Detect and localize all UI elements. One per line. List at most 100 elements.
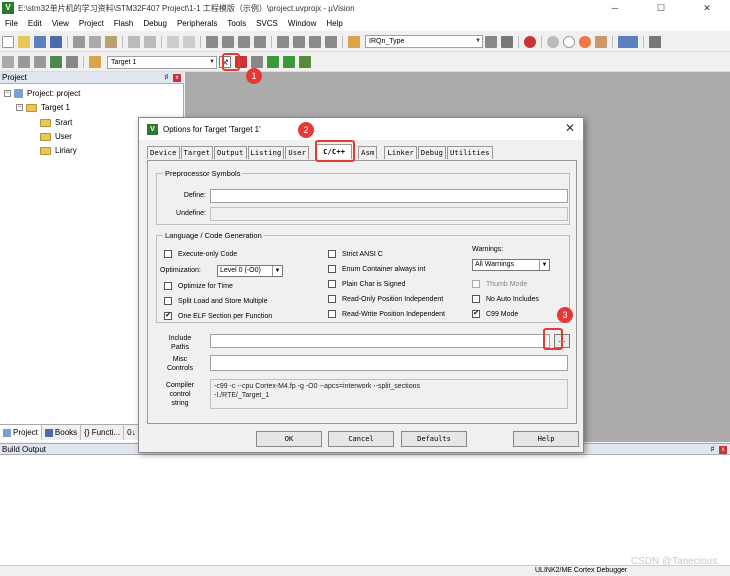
warnings-select[interactable]: All Warnings ▼ <box>472 259 550 271</box>
breakpoint-icon[interactable] <box>547 35 559 48</box>
bookmark-prev-icon[interactable] <box>222 35 234 48</box>
new-file-icon[interactable] <box>2 35 14 48</box>
debug-session-icon[interactable] <box>524 35 536 48</box>
ro-pi-checkbox[interactable]: Read-Only Position Independent <box>328 295 443 303</box>
checkbox-box[interactable] <box>164 282 172 290</box>
batch-build-icon[interactable] <box>50 56 62 68</box>
find-icon[interactable] <box>485 35 497 48</box>
no-auto-includes-checkbox[interactable]: No Auto Includes <box>472 295 539 303</box>
menu-window[interactable]: Window <box>283 19 321 28</box>
checkbox-box[interactable] <box>164 250 172 258</box>
window-layout-icon[interactable] <box>618 35 638 48</box>
copy-icon[interactable] <box>89 35 101 48</box>
find-in-files-icon[interactable] <box>348 35 360 48</box>
help-button[interactable]: Help <box>513 431 579 447</box>
check-icon[interactable]: ✔ <box>164 312 172 320</box>
nav-forward-icon[interactable] <box>183 35 195 48</box>
pane-close-icon[interactable]: x <box>173 74 181 82</box>
menu-view[interactable]: View <box>47 19 74 28</box>
open-file-icon[interactable] <box>18 35 30 48</box>
tab-utilities[interactable]: Utilities <box>446 146 493 159</box>
tab-target[interactable]: Target <box>180 146 213 159</box>
tree-item-project[interactable]: − Project: project <box>4 89 80 98</box>
rw-pi-checkbox[interactable]: Read-Write Position Independent <box>328 310 445 318</box>
tab-device[interactable]: Device <box>147 146 180 159</box>
tab-project[interactable]: Project <box>0 425 42 440</box>
check-icon[interactable]: ✔ <box>472 310 480 318</box>
checkbox-box[interactable] <box>328 295 336 303</box>
rebuild-icon[interactable] <box>34 56 46 68</box>
enum-int-checkbox[interactable]: Enum Container always int <box>328 265 425 273</box>
comment-icon[interactable] <box>309 35 321 48</box>
menu-tools[interactable]: Tools <box>222 19 251 28</box>
defaults-button[interactable]: Defaults <box>401 431 467 447</box>
pack-installer-icon[interactable] <box>283 56 295 68</box>
split-load-checkbox[interactable]: Split Load and Store Multiple <box>164 297 268 305</box>
c99-mode-checkbox[interactable]: ✔ C99 Mode <box>472 310 518 318</box>
plain-char-checkbox[interactable]: Plain Char is Signed <box>328 280 405 288</box>
breakpoint-kill-icon[interactable] <box>595 35 607 48</box>
tab-debug[interactable]: Debug <box>417 146 446 159</box>
tab-books[interactable]: Books <box>42 425 82 440</box>
breakpoint-clear-icon[interactable] <box>579 35 591 48</box>
close-button[interactable]: ✕ <box>684 0 730 16</box>
build-output-panel[interactable] <box>0 455 730 565</box>
breakpoint-disable-icon[interactable] <box>563 35 575 48</box>
save-icon[interactable] <box>34 35 46 48</box>
undo-icon[interactable] <box>128 35 140 48</box>
save-all-icon[interactable] <box>50 35 62 48</box>
pane-close-icon[interactable]: x <box>719 446 727 454</box>
tab-functions[interactable]: {} Functi... <box>81 425 125 440</box>
cancel-button[interactable]: Cancel <box>328 431 394 447</box>
checkbox-box[interactable] <box>472 295 480 303</box>
incremental-find-icon[interactable] <box>501 35 513 48</box>
tree-item-group[interactable]: User <box>40 132 72 141</box>
tab-asm[interactable]: Asm <box>358 146 378 159</box>
misc-controls-input[interactable] <box>210 355 568 371</box>
find-combo[interactable]: IRQn_Type ▼ <box>365 35 483 48</box>
collapse-icon[interactable]: − <box>16 104 23 111</box>
tree-item-group[interactable]: Liriary <box>40 146 77 155</box>
dialog-close-button[interactable]: ✕ <box>565 122 575 134</box>
bookmark-clear-icon[interactable] <box>254 35 266 48</box>
pin-icon[interactable]: ♯ <box>165 72 169 84</box>
collapse-icon[interactable]: − <box>4 90 11 97</box>
minimize-button[interactable]: ─ <box>592 0 638 16</box>
execute-only-checkbox[interactable]: Execute-only Code <box>164 250 237 258</box>
uncomment-icon[interactable] <box>325 35 337 48</box>
tree-item-target[interactable]: − Target 1 <box>16 103 70 112</box>
download-icon[interactable] <box>66 56 78 68</box>
select-target-icon[interactable] <box>89 56 101 68</box>
unindent-icon[interactable] <box>293 35 305 48</box>
tab-linker[interactable]: Linker <box>384 146 417 159</box>
pin-icon[interactable]: ♯ <box>711 444 715 455</box>
menu-project[interactable]: Project <box>74 19 109 28</box>
menu-svcs[interactable]: SVCS <box>251 19 283 28</box>
manage-packs-icon[interactable] <box>267 56 279 68</box>
maximize-button[interactable]: ☐ <box>638 0 684 16</box>
checkbox-box[interactable] <box>328 310 336 318</box>
optimization-select[interactable]: Level 0 (-O0) ▼ <box>217 265 283 277</box>
build-icon[interactable] <box>18 56 30 68</box>
bookmark-icon[interactable] <box>206 35 218 48</box>
paste-icon[interactable] <box>105 35 117 48</box>
checkbox-box[interactable] <box>328 250 336 258</box>
menu-flash[interactable]: Flash <box>109 19 139 28</box>
menu-help[interactable]: Help <box>321 19 347 28</box>
tab-listing[interactable]: Listing <box>247 146 285 159</box>
file-extensions-icon[interactable] <box>251 56 263 68</box>
ok-button[interactable]: OK <box>256 431 322 447</box>
menu-peripherals[interactable]: Peripherals <box>172 19 222 28</box>
checkbox-box[interactable] <box>328 280 336 288</box>
rte-icon[interactable] <box>299 56 311 68</box>
tree-item-group[interactable]: Srart <box>40 118 72 127</box>
menu-edit[interactable]: Edit <box>23 19 47 28</box>
menu-debug[interactable]: Debug <box>138 19 172 28</box>
menu-file[interactable]: File <box>0 19 23 28</box>
tab-output[interactable]: Output <box>214 146 247 159</box>
tab-user[interactable]: User <box>285 146 310 159</box>
target-combo[interactable]: Target 1 ▼ <box>107 55 217 69</box>
bookmark-next-icon[interactable] <box>238 35 250 48</box>
optimize-time-checkbox[interactable]: Optimize for Time <box>164 282 233 290</box>
cut-icon[interactable] <box>73 35 85 48</box>
